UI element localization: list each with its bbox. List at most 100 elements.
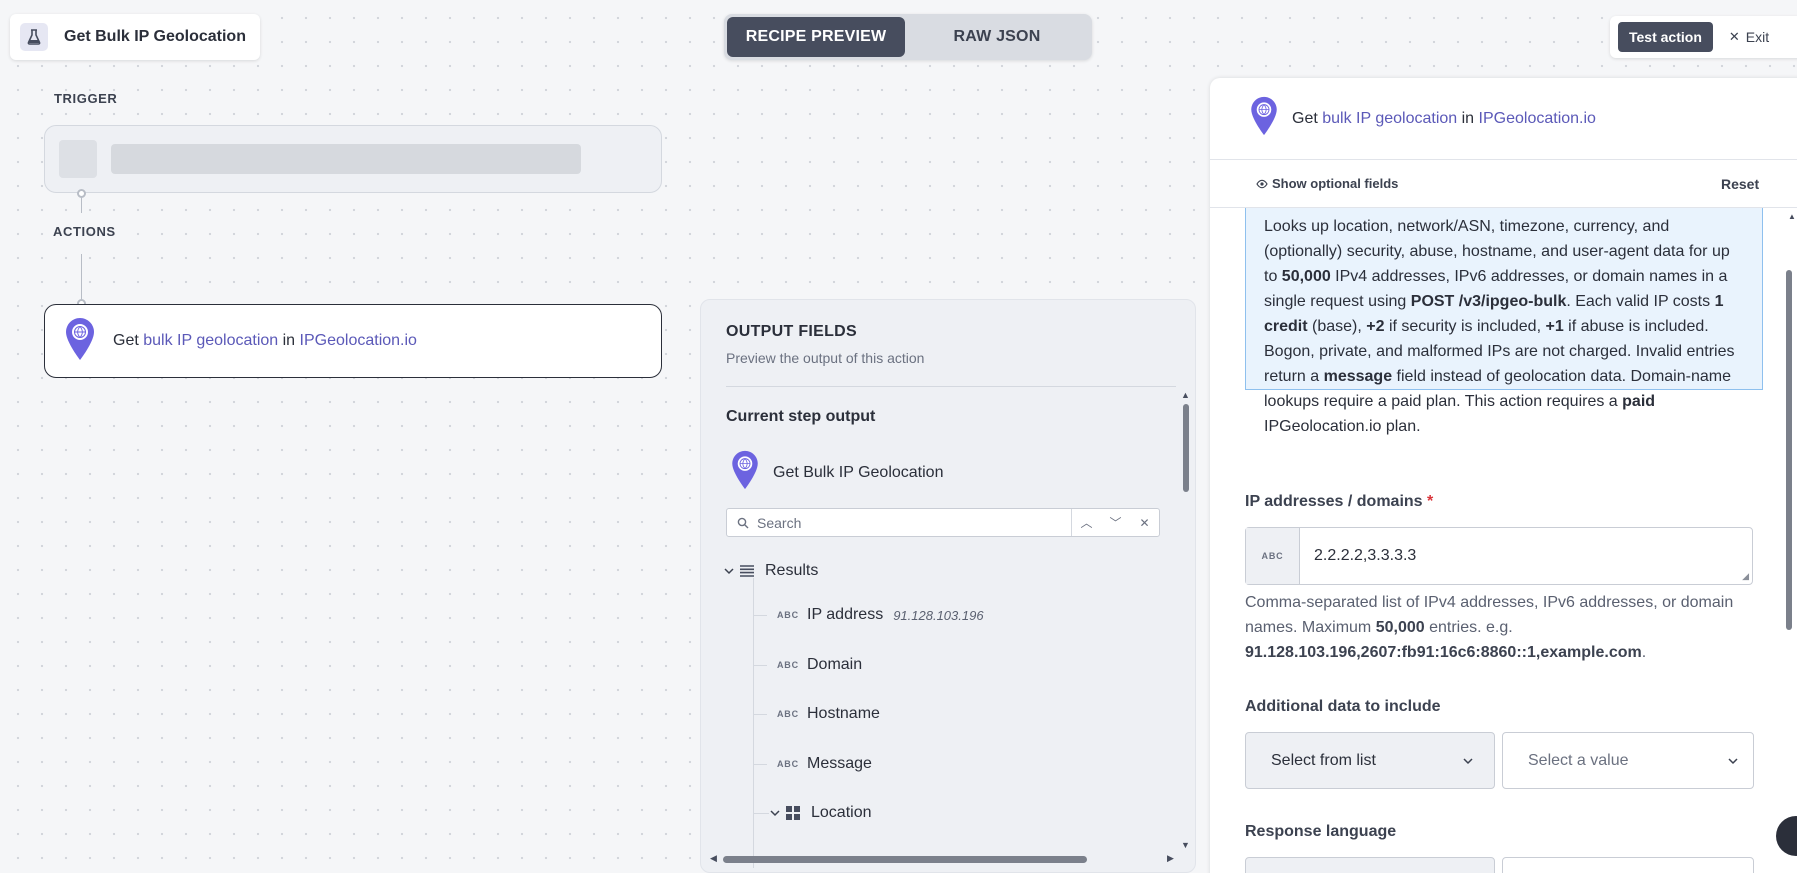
text-type-icon: ABC xyxy=(777,709,799,719)
field-name: Hostname xyxy=(807,705,880,722)
tree-tick xyxy=(753,664,767,666)
list-icon xyxy=(739,564,755,578)
grid-icon xyxy=(785,805,801,821)
search-icon xyxy=(737,517,749,529)
text-type-icon: ABC xyxy=(777,610,799,620)
chevron-down-icon xyxy=(1727,755,1739,767)
text-type-icon: ABC xyxy=(777,759,799,769)
ip-addresses-value[interactable]: 2.2.2.2,3.3.3.3 xyxy=(1300,528,1416,584)
action-card-text: Get bulk IP geolocation in IPGeolocation… xyxy=(113,332,417,350)
ip-field-hint: Comma-separated list of IPv4 addresses, … xyxy=(1245,594,1734,661)
close-icon[interactable]: ✕ xyxy=(1130,509,1159,536)
exit-label: Exit xyxy=(1745,29,1770,45)
chevron-down-icon xyxy=(769,807,781,819)
vertical-scrollbar[interactable] xyxy=(1183,404,1189,492)
tree-field-row[interactable]: ABC Hostname xyxy=(753,705,880,723)
tree-node-results[interactable]: Results xyxy=(723,562,818,580)
output-search-field[interactable]: Search ︿ ﹀ ✕ xyxy=(726,508,1160,537)
connector-line xyxy=(81,254,82,300)
header-prefix: Get xyxy=(1292,109,1318,127)
results-label: Results xyxy=(765,562,819,579)
flask-icon xyxy=(20,23,48,51)
tree-tick xyxy=(753,614,767,616)
chevron-up-icon[interactable]: ︿ xyxy=(1072,509,1101,536)
output-fields-subtitle: Preview the output of this action xyxy=(726,350,925,366)
field-name: IP address xyxy=(807,606,884,623)
trigger-card[interactable] xyxy=(44,125,662,193)
test-action-button[interactable]: Test action xyxy=(1618,22,1713,52)
trigger-section-label: TRIGGER xyxy=(54,91,118,106)
ip-addresses-input[interactable]: ABC 2.2.2.2,3.3.3.3 ◢ xyxy=(1245,527,1753,585)
resize-handle-icon[interactable]: ◢ xyxy=(1742,571,1749,582)
tree-field-row[interactable]: ABC Domain xyxy=(753,656,862,674)
search-placeholder: Search xyxy=(757,514,802,531)
ip-field-label-text: IP addresses / domains xyxy=(1245,493,1423,510)
close-icon: ✕ xyxy=(1728,29,1740,44)
trigger-placeholder-icon xyxy=(59,140,97,178)
divider xyxy=(726,386,1176,387)
required-marker: * xyxy=(1427,493,1434,510)
scroll-right-icon[interactable]: ▶ xyxy=(1167,853,1174,864)
actions-section-label: ACTIONS xyxy=(53,224,116,239)
additional-data-label: Additional data to include xyxy=(1245,698,1441,715)
tab-recipe-preview[interactable]: RECIPE PREVIEW xyxy=(727,17,905,57)
language-select-dropdown[interactable] xyxy=(1245,857,1495,873)
action-description: Looks up location, network/ASN, timezone… xyxy=(1245,208,1763,435)
exit-button[interactable]: ✕ Exit xyxy=(1729,29,1769,45)
step-name: Get Bulk IP Geolocation xyxy=(773,463,944,481)
reset-button[interactable]: Reset xyxy=(1721,176,1759,192)
header-app-link[interactable]: IPGeolocation.io xyxy=(1479,110,1596,127)
tree-tick xyxy=(753,713,767,715)
recipe-title-chip: Get Bulk IP Geolocation xyxy=(10,14,260,60)
select-value-dropdown[interactable]: Select a value xyxy=(1502,732,1754,789)
action-app-link: IPGeolocation.io xyxy=(299,332,417,349)
tab-raw-json[interactable]: RAW JSON xyxy=(905,17,1089,57)
location-pin-icon xyxy=(1250,96,1278,141)
step-row: Get Bulk IP Geolocation xyxy=(731,450,943,495)
tree-tick xyxy=(753,812,769,814)
tree-field-row[interactable]: ABC IP address 91.128.103.196 xyxy=(753,606,984,624)
action-card[interactable]: Get bulk IP geolocation in IPGeolocation… xyxy=(44,304,662,378)
field-sample-value: 91.128.103.196 xyxy=(893,607,984,623)
response-language-label: Response language xyxy=(1245,823,1397,840)
scroll-left-icon[interactable]: ◀ xyxy=(710,853,717,864)
vertical-scrollbar[interactable] xyxy=(1786,270,1792,630)
field-name: Domain xyxy=(807,656,863,673)
tree-tick xyxy=(753,763,767,765)
text-type-icon: ABC xyxy=(777,660,799,670)
action-config-panel: Get bulk IP geolocation in IPGeolocation… xyxy=(1210,78,1797,873)
view-toggle: RECIPE PREVIEW RAW JSON xyxy=(724,14,1092,60)
chevron-down-icon[interactable]: ﹀ xyxy=(1101,509,1130,536)
chevron-down-icon xyxy=(723,565,735,577)
show-optional-fields-button[interactable]: Show optional fields xyxy=(1256,176,1398,191)
scroll-down-icon[interactable]: ▼ xyxy=(1181,840,1190,850)
header-mid: in xyxy=(1461,109,1475,127)
top-right-actions: Test action ✕ Exit xyxy=(1610,16,1797,58)
scroll-up-icon[interactable]: ▲ xyxy=(1181,390,1190,400)
eye-icon xyxy=(1256,179,1268,189)
scroll-up-icon[interactable]: ▲ xyxy=(1788,212,1796,221)
current-step-heading: Current step output xyxy=(726,408,876,425)
trigger-placeholder-text xyxy=(111,144,581,174)
location-pin-icon xyxy=(731,450,759,495)
select-from-list-dropdown[interactable]: Select from list xyxy=(1245,732,1495,789)
recipe-title: Get Bulk IP Geolocation xyxy=(64,28,246,45)
header-verb-link[interactable]: bulk IP geolocation xyxy=(1322,110,1457,127)
config-header-text: Get bulk IP geolocation in IPGeolocation… xyxy=(1292,110,1596,128)
text-type-icon: ABC xyxy=(1246,528,1300,584)
horizontal-scrollbar[interactable] xyxy=(723,856,1087,863)
action-verb-link: bulk IP geolocation xyxy=(143,332,279,349)
tree-field-row[interactable]: ABC Message xyxy=(753,755,872,773)
action-prefix: Get xyxy=(113,332,139,349)
field-name: Message xyxy=(807,755,872,772)
show-optional-label: Show optional fields xyxy=(1272,176,1399,191)
location-label: Location xyxy=(811,804,872,821)
ip-field-label: IP addresses / domains * xyxy=(1245,493,1433,511)
tree-node-location[interactable]: Location xyxy=(753,804,872,822)
location-pin-icon xyxy=(65,317,95,366)
language-value-dropdown[interactable] xyxy=(1502,857,1754,873)
config-subbar: Show optional fields Reset xyxy=(1210,160,1797,208)
search-controls: ︿ ﹀ ✕ xyxy=(1071,509,1159,536)
config-header: Get bulk IP geolocation in IPGeolocation… xyxy=(1210,78,1797,160)
connector-dot xyxy=(77,189,86,198)
